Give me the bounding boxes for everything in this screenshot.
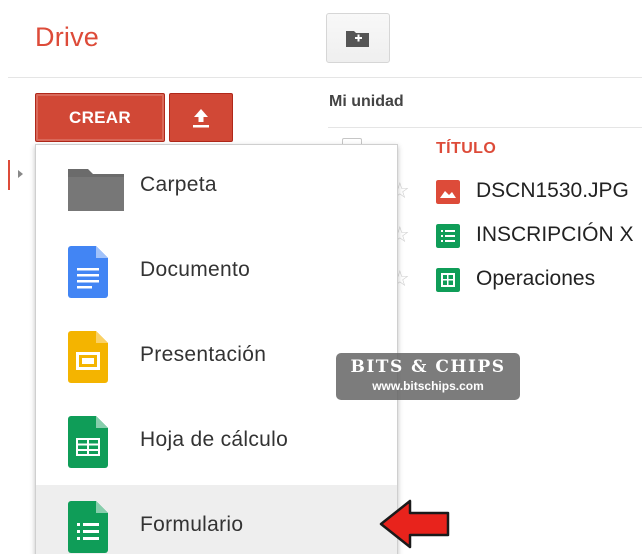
form-icon	[68, 501, 108, 553]
menu-item-label: Formulario	[140, 513, 244, 536]
watermark-title: BITS & CHIPS	[350, 357, 506, 377]
file-name[interactable]: INSCRIPCIÓN X	[476, 223, 634, 247]
menu-item-label: Carpeta	[140, 173, 217, 196]
menu-item-hoja-de-calculo[interactable]: Hoja de cálculo	[36, 400, 397, 485]
form-file-icon	[436, 224, 460, 248]
image-file-icon	[436, 180, 460, 204]
create-button[interactable]: CREAR	[35, 93, 165, 142]
sidebar-selection-marker	[8, 160, 10, 190]
create-dropdown-menu: Carpeta Documento Presentación Hoja de c…	[35, 144, 398, 554]
new-folder-icon	[346, 31, 369, 47]
list-divider	[328, 127, 642, 128]
header-divider	[8, 77, 642, 78]
menu-item-formulario[interactable]: Formulario	[36, 485, 397, 554]
menu-item-label: Documento	[140, 258, 251, 281]
drive-logo[interactable]: Drive	[35, 22, 99, 53]
menu-item-label: Hoja de cálculo	[140, 428, 289, 451]
file-name[interactable]: Operaciones	[476, 267, 595, 291]
menu-item-carpeta[interactable]: Carpeta	[36, 145, 397, 230]
new-folder-button[interactable]	[326, 13, 390, 63]
pointer-arrow-icon	[379, 499, 450, 549]
file-name[interactable]: DSCN1530.JPG	[476, 179, 629, 203]
menu-item-label: Presentación	[140, 343, 267, 366]
menu-item-documento[interactable]: Documento	[36, 230, 397, 315]
sidebar-nav	[0, 152, 36, 210]
document-icon	[68, 246, 108, 298]
folder-icon	[68, 169, 124, 211]
breadcrumb-current[interactable]: Mi unidad	[329, 93, 404, 111]
watermark: BITS & CHIPS www.bitschips.com	[336, 353, 520, 400]
watermark-url: www.bitschips.com	[372, 379, 484, 393]
spreadsheet-file-icon	[436, 268, 460, 292]
expand-caret-icon[interactable]	[18, 170, 23, 178]
spreadsheet-icon	[68, 416, 108, 468]
upload-arrow-icon	[193, 108, 209, 127]
presentation-icon	[68, 331, 108, 383]
column-header-title[interactable]: TÍTULO	[436, 140, 496, 158]
upload-button[interactable]	[169, 93, 233, 142]
